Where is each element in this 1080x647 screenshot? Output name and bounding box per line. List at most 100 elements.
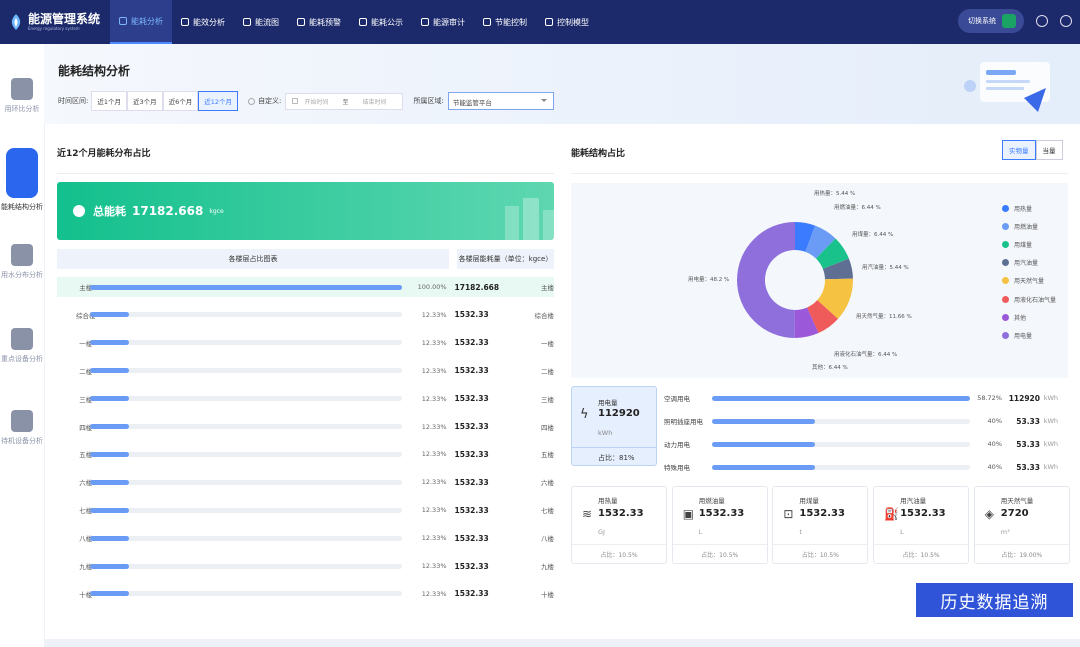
floor-bar — [90, 284, 403, 290]
floor-pct: 12.33% — [421, 589, 447, 598]
table-row: 二楼 12.33% 1532.33 二楼 — [57, 361, 554, 381]
sidebar-item-standby[interactable]: 待机设备分析 — [0, 410, 44, 446]
floor-pct: 100.00% — [417, 283, 447, 291]
table-row: 综合楼 12.33% 1532.33 综合楼 — [57, 305, 554, 325]
table-row: 一楼 12.33% 1532.33 一楼 — [57, 333, 554, 353]
label-heat: 用热量：5.44 % — [814, 191, 856, 197]
legend-item[interactable]: 用燃油量 — [1002, 217, 1056, 235]
legend-label: 用电量 — [1014, 332, 1033, 340]
table-row: 四楼 12.33% 1532.33 四楼 — [57, 417, 554, 437]
elec-unit: kWh — [598, 429, 613, 437]
card-label: 用热量 — [598, 497, 618, 505]
floor-bar-fill — [90, 396, 129, 402]
label-other: 其他：6.44 % — [812, 365, 848, 371]
nav-item-audit[interactable]: 能源审计 — [412, 0, 474, 44]
top-right-tools: 切换系统 — [958, 9, 1072, 33]
gas-flame-icon: ◈ — [984, 507, 995, 521]
app-logo[interactable]: 能源管理系统 Energy regulatory system — [0, 0, 110, 44]
custom-radio[interactable] — [248, 97, 256, 105]
legend-item[interactable]: 用电量 — [1002, 326, 1056, 344]
legend-item[interactable]: 用汽油量 — [1002, 254, 1056, 272]
toggle-physical[interactable]: 实物量 — [1002, 140, 1036, 160]
sidebar-item-equipment[interactable]: 重点设备分析 — [0, 328, 44, 364]
pie-slice[interactable] — [736, 222, 795, 338]
coal-icon: ⊡ — [783, 507, 794, 521]
user-icon[interactable] — [1060, 15, 1072, 27]
history-trace-button[interactable]: 历史数据追溯 — [916, 583, 1073, 617]
nav-item-flow[interactable]: 能流图 — [234, 0, 288, 44]
floor-pct: 12.33% — [421, 506, 447, 515]
floor-name-right: 四楼 — [541, 423, 555, 432]
nav-item-model[interactable]: 控制模型 — [536, 0, 598, 44]
legend-label: 用天然气量 — [1014, 278, 1045, 286]
floor-bar-fill — [90, 535, 129, 541]
settings-icon[interactable] — [1036, 15, 1048, 27]
sidebar: 用环比分析 能耗结构分析 用水分布分析 重点设备分析 待机设备分析 — [0, 44, 44, 647]
sidebar-item-ratio[interactable]: 用环比分析 — [0, 78, 44, 114]
card-ratio: 占比：10.5% — [801, 552, 839, 559]
elec-row: 照明插座用电 40% 53.33 kWh — [664, 413, 1060, 429]
table-header-value: 各楼层能耗量（单位：kgce） — [457, 249, 554, 269]
end-date-input[interactable]: 结束时间 — [362, 97, 386, 106]
area-select[interactable]: 节能监管平台 — [447, 92, 554, 110]
sidebar-item-water[interactable]: 用水分布分析 — [0, 244, 44, 280]
nav-label: 控制模型 — [557, 17, 589, 27]
floor-bar-fill — [90, 507, 129, 513]
nav-item-publish[interactable]: 能耗公示 — [350, 0, 412, 44]
card-divider — [874, 544, 969, 545]
legend-item[interactable]: 用热量 — [1002, 199, 1056, 217]
fuel-icon: ▣ — [682, 507, 695, 521]
legend-item[interactable]: 用煤量 — [1002, 235, 1056, 253]
elec-row-pct: 40% — [987, 440, 1002, 448]
nav-label: 能耗分析 — [131, 16, 163, 26]
card-unit: GJ — [598, 528, 605, 536]
nav-item-energy-analysis[interactable]: 能耗分析 — [110, 0, 172, 44]
switch-system-button[interactable]: 切换系统 — [958, 9, 1024, 33]
legend-dot — [1002, 240, 1009, 248]
total-energy-banner: 总能耗 17182.668 kgce — [57, 182, 573, 240]
floor-pct: 12.33% — [421, 394, 447, 403]
period-6m[interactable]: 近6个月 — [162, 91, 199, 111]
floor-name-right: 二楼 — [541, 367, 555, 376]
custom-label: 自定义: — [258, 97, 282, 105]
legend-dot — [1002, 295, 1009, 303]
sidebar-item-structure[interactable]: 能耗结构分析 — [0, 148, 44, 212]
ratio-icon — [11, 78, 33, 100]
period-1m[interactable]: 近1个月 — [91, 91, 127, 111]
elec-row-fill — [712, 395, 970, 401]
nav-item-alert[interactable]: 能耗预警 — [288, 0, 350, 44]
label-lpg: 用液化石油气量：6.44 % — [834, 352, 898, 358]
total-value: 17182.668 — [132, 204, 204, 218]
floor-value: 1532.33 — [454, 310, 489, 320]
period-12m[interactable]: 近12个月 — [198, 91, 239, 111]
toggle-equivalent[interactable]: 当量 — [1035, 140, 1063, 160]
elec-row-name: 空调用电 — [664, 395, 690, 403]
start-date-input[interactable]: 开始时间 — [304, 97, 328, 106]
nav-item-control[interactable]: 节能控制 — [474, 0, 536, 44]
date-range-picker[interactable]: 开始时间 至 结束时间 — [285, 92, 404, 110]
elec-row-fill — [712, 464, 816, 470]
legend-item[interactable]: 用天然气量 — [1002, 272, 1056, 290]
elec-row-fill — [712, 441, 816, 447]
card-unit: m³ — [1000, 528, 1010, 536]
card-divider — [974, 544, 1069, 545]
chart-icon — [119, 17, 127, 25]
legend-item[interactable]: 用液化石油气量 — [1002, 290, 1056, 308]
nav-item-efficiency[interactable]: 能效分析 — [172, 0, 234, 44]
legend-dot — [1002, 313, 1009, 321]
standby-icon — [11, 410, 33, 432]
left-divider — [57, 173, 554, 174]
label-coal: 用煤量：6.44 % — [852, 232, 894, 238]
table-row: 八楼 12.33% 1532.33 八楼 — [57, 528, 554, 548]
heat-icon: ≋ — [582, 507, 593, 521]
label-gasoline: 用汽油量：5.44 % — [862, 265, 909, 271]
total-unit: kgce — [209, 207, 224, 215]
floor-name-right: 三楼 — [541, 395, 555, 404]
period-3m[interactable]: 近3个月 — [127, 91, 163, 111]
elec-row-bar — [712, 418, 970, 424]
electricity-summary: ϟ 用电量 112920 kWh 占比：81% — [571, 386, 657, 466]
legend-item[interactable]: 其他 — [1002, 308, 1056, 326]
floor-value: 1532.33 — [454, 477, 489, 487]
left-panel-title: 近12个月能耗分布占比 — [57, 149, 151, 159]
unit-toggle: 实物量 当量 — [1002, 140, 1063, 160]
